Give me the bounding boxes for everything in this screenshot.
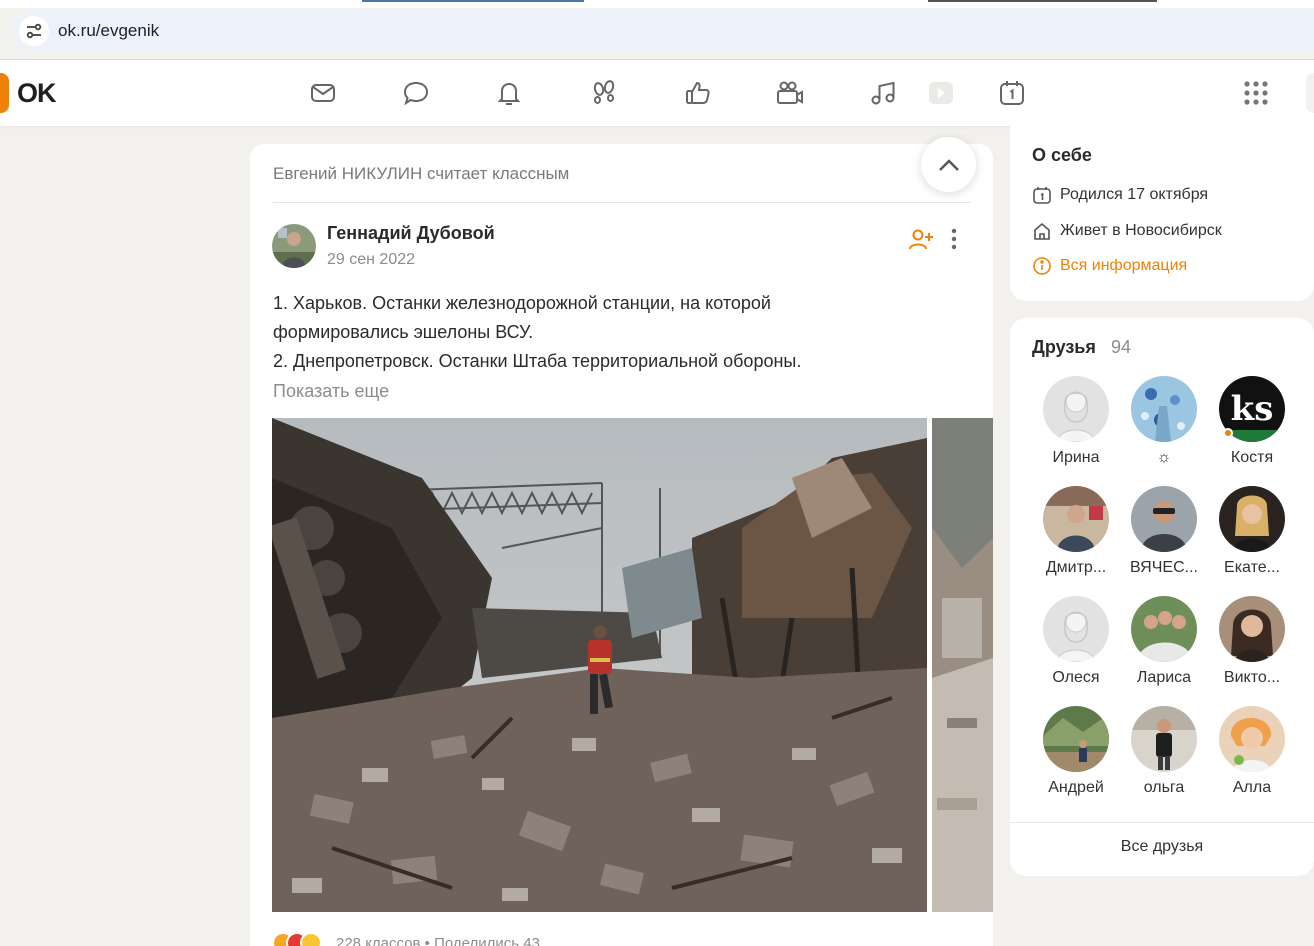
birthday-row: Родился 17 октября bbox=[1032, 184, 1208, 206]
scroll-to-top-button[interactable] bbox=[921, 137, 976, 192]
author-avatar[interactable] bbox=[272, 224, 316, 268]
all-info-text[interactable]: Вся информация bbox=[1060, 257, 1187, 275]
avatar-ks-text: ks bbox=[1230, 389, 1274, 429]
divider bbox=[1010, 822, 1314, 823]
chat-icon[interactable] bbox=[399, 76, 433, 110]
friend-name[interactable]: Олеся bbox=[1032, 669, 1120, 687]
birthday-text: Родился 17 октября bbox=[1060, 186, 1209, 203]
friend-item[interactable]: Ирина bbox=[1032, 376, 1120, 467]
friend-item[interactable]: Андрей bbox=[1032, 706, 1120, 797]
friend-name[interactable]: ВЯЧЕС... bbox=[1120, 559, 1208, 577]
friend-name[interactable]: Викто... bbox=[1208, 669, 1296, 687]
divider bbox=[273, 202, 971, 203]
post-text-line: 1. Харьков. Останки железнодорожной стан… bbox=[273, 293, 771, 313]
friend-item[interactable]: Викто... bbox=[1208, 596, 1296, 687]
post-text: 1. Харьков. Останки железнодорожной стан… bbox=[273, 289, 953, 376]
friend-name[interactable]: ольга bbox=[1120, 779, 1208, 797]
browser-tab-indicator[interactable] bbox=[928, 0, 1157, 2]
info-icon bbox=[1033, 257, 1051, 275]
post-photo[interactable] bbox=[272, 418, 927, 912]
friend-name[interactable]: Ирина bbox=[1032, 449, 1120, 467]
profile-menu-button[interactable] bbox=[1306, 73, 1314, 113]
friend-item[interactable]: Лариса bbox=[1120, 596, 1208, 687]
apps-grid-icon[interactable] bbox=[1239, 76, 1273, 110]
friend-name[interactable]: Костя bbox=[1208, 449, 1296, 467]
logo-mark bbox=[0, 73, 9, 113]
liked-by-line[interactable]: Евгений НИКУЛИН считает классным bbox=[273, 164, 569, 184]
friend-item[interactable]: Олеся bbox=[1032, 596, 1120, 687]
calendar-icon bbox=[1033, 187, 1051, 204]
mail-icon[interactable] bbox=[306, 76, 340, 110]
site-settings-icon[interactable] bbox=[19, 15, 49, 46]
post-photo-second[interactable] bbox=[932, 418, 993, 912]
avatar[interactable] bbox=[1131, 376, 1197, 442]
avatar[interactable] bbox=[1131, 486, 1197, 552]
chevron-up-icon bbox=[938, 158, 959, 171]
friend-item[interactable]: Екате... bbox=[1208, 486, 1296, 577]
calendar-icon[interactable] bbox=[995, 76, 1029, 110]
avatar[interactable] bbox=[1043, 706, 1109, 772]
site-header: OK bbox=[0, 60, 1314, 126]
friend-name[interactable]: Лариса bbox=[1120, 669, 1208, 687]
avatar[interactable] bbox=[1219, 486, 1285, 552]
friends-title[interactable]: Друзья bbox=[1032, 337, 1096, 358]
author-name[interactable]: Геннадий Дубовой bbox=[327, 223, 495, 244]
browser-tab-indicator[interactable] bbox=[362, 0, 584, 2]
all-info-link[interactable]: Вся информация bbox=[1032, 255, 1187, 277]
city-row: Живет в Новосибирск bbox=[1032, 220, 1222, 242]
add-friend-icon[interactable] bbox=[908, 226, 934, 252]
address-bar[interactable]: ok.ru/evgenik bbox=[12, 10, 1314, 51]
about-title: О себе bbox=[1032, 145, 1092, 165]
all-friends-link[interactable]: Все друзья bbox=[1010, 838, 1314, 856]
footprints-icon[interactable] bbox=[587, 76, 621, 110]
reactions-bar[interactable]: 228 классов • Поделились 43 bbox=[272, 932, 540, 946]
video-camera-icon[interactable] bbox=[773, 76, 807, 110]
friend-name[interactable]: ☼ bbox=[1120, 449, 1208, 467]
friend-item[interactable]: Алла bbox=[1208, 706, 1296, 797]
post-text-line: 2. Днепропетровск. Останки Штаба террито… bbox=[273, 351, 802, 371]
friend-name[interactable]: Алла bbox=[1208, 779, 1296, 797]
online-indicator bbox=[1223, 428, 1233, 438]
avatar[interactable] bbox=[1131, 706, 1197, 772]
smile-reaction-icon bbox=[300, 932, 322, 946]
friend-item[interactable]: ☼ bbox=[1120, 376, 1208, 467]
avatar[interactable] bbox=[1219, 706, 1285, 772]
friend-name[interactable]: Андрей bbox=[1032, 779, 1120, 797]
friend-item[interactable]: ks Костя bbox=[1208, 376, 1296, 467]
like-icon[interactable] bbox=[681, 76, 715, 110]
avatar[interactable] bbox=[1043, 596, 1109, 662]
avatar[interactable] bbox=[1219, 596, 1285, 662]
avatar[interactable] bbox=[1043, 486, 1109, 552]
friends-card: Друзья 94 Ирина ☼ ks Костя Дмитр... ВЯЧЕ… bbox=[1010, 318, 1314, 876]
friend-item[interactable]: Дмитр... bbox=[1032, 486, 1120, 577]
about-card: О себе Родился 17 октября Живет в Новоси… bbox=[1010, 126, 1314, 301]
browser-tab-strip bbox=[0, 0, 1314, 8]
home-icon bbox=[1034, 222, 1050, 240]
friend-item[interactable]: ольга bbox=[1120, 706, 1208, 797]
url-text[interactable]: ok.ru/evgenik bbox=[58, 21, 159, 41]
more-options-icon[interactable] bbox=[943, 226, 965, 252]
post-text-line: формировались эшелоны ВСУ. bbox=[273, 322, 534, 342]
avatar[interactable] bbox=[1043, 376, 1109, 442]
avatar[interactable] bbox=[1131, 596, 1197, 662]
play-icon[interactable] bbox=[923, 76, 957, 110]
reaction-stats[interactable]: 228 классов • Поделились 43 bbox=[336, 935, 540, 946]
bell-icon[interactable] bbox=[492, 76, 526, 110]
friend-name[interactable]: Екате... bbox=[1208, 559, 1296, 577]
friends-count: 94 bbox=[1111, 337, 1132, 357]
show-more-link[interactable]: Показать еще bbox=[273, 381, 389, 402]
city-text: Живет в Новосибирск bbox=[1060, 222, 1222, 239]
logo[interactable]: OK bbox=[17, 78, 56, 109]
friend-item[interactable]: ВЯЧЕС... bbox=[1120, 486, 1208, 577]
music-icon[interactable] bbox=[866, 76, 900, 110]
friend-name[interactable]: Дмитр... bbox=[1032, 559, 1120, 577]
feed-post-card: Евгений НИКУЛИН считает классным Геннади… bbox=[250, 144, 993, 946]
post-date[interactable]: 29 сен 2022 bbox=[327, 251, 415, 269]
